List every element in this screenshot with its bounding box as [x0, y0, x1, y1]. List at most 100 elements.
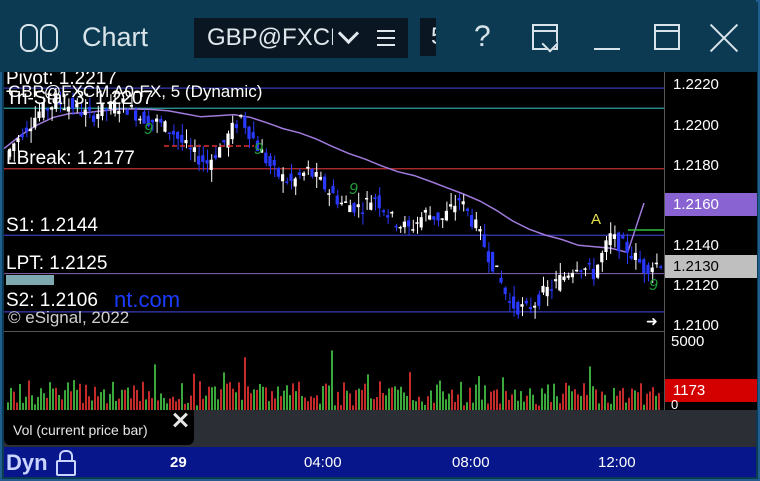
candle-body: [24, 127, 28, 132]
candle-body: [167, 132, 171, 134]
dynamic-mode-label[interactable]: Dyn: [6, 450, 48, 476]
volume-bar: [259, 383, 261, 410]
volume-bar: [607, 402, 609, 410]
volume-bar: [634, 390, 636, 410]
volume-bar: [385, 395, 387, 410]
volume-bar: [370, 398, 372, 410]
volume-bar: [271, 391, 273, 410]
candle-body: [596, 264, 600, 278]
layout-icon[interactable]: [532, 24, 559, 53]
title-bar: Chart GBP@FXCM 5 ?: [0, 0, 756, 72]
volume-bar: [94, 386, 96, 410]
candle-body: [234, 124, 238, 129]
volume-bar: [136, 389, 138, 410]
candle-body: [381, 210, 385, 213]
candle-body: [633, 252, 637, 261]
volume-bar: [331, 350, 333, 410]
price-axis[interactable]: 1.2220 1.2200 1.2180 1.2160 1.2140 1.213…: [664, 72, 757, 412]
candle-body: [444, 210, 448, 221]
volume-bar: [166, 403, 168, 410]
volume-bar: [457, 394, 459, 410]
candle-body: [558, 274, 562, 291]
candle-body: [373, 197, 377, 200]
volume-bar: [529, 388, 531, 410]
candle-body: [377, 195, 381, 209]
candle-body: [394, 225, 398, 228]
volume-bar: [139, 400, 141, 410]
volume-bar: [568, 385, 570, 410]
volume-bar: [85, 384, 87, 410]
volume-bar: [229, 382, 231, 410]
candle-body: [642, 259, 646, 273]
volume-bar: [238, 382, 240, 410]
volume-pane[interactable]: [4, 331, 664, 411]
volume-bar: [277, 386, 279, 410]
volume-bar: [202, 398, 204, 410]
volume-bar: [349, 393, 351, 410]
scroll-to-end-icon[interactable]: ➜: [646, 313, 658, 330]
candle-body: [176, 132, 180, 139]
candle-body: [428, 215, 432, 220]
maximize-icon[interactable]: [654, 24, 680, 50]
time-axis[interactable]: Dyn 29 04:00 08:00 12:00: [4, 447, 756, 477]
candle-body: [251, 132, 255, 139]
candle-body: [407, 220, 411, 227]
candle-body: [604, 240, 608, 252]
volume-bar: [304, 397, 306, 410]
chevron-down-icon[interactable]: [337, 22, 360, 45]
volume-bar: [616, 395, 618, 410]
candle-body: [159, 118, 163, 123]
volume-bar: [412, 400, 414, 410]
minimize-icon[interactable]: [594, 48, 620, 50]
link-icon[interactable]: [20, 24, 60, 52]
volume-bar: [13, 391, 15, 410]
volume-bar: [406, 395, 408, 410]
candle-body: [482, 234, 486, 248]
volume-bar: [208, 386, 210, 410]
candle-body: [218, 147, 222, 158]
volume-bar: [658, 393, 660, 410]
price-tick: 1.2220: [673, 76, 719, 93]
candle-body: [465, 208, 469, 211]
candle-body: [503, 287, 507, 295]
close-study-icon[interactable]: [172, 412, 188, 428]
volume-study-tag[interactable]: Vol (current price bar): [4, 410, 194, 445]
volume-bar: [598, 403, 600, 410]
volume-bar: [328, 385, 330, 410]
volume-bar: [391, 387, 393, 410]
volume-bar: [268, 401, 270, 410]
close-icon[interactable]: [708, 22, 740, 54]
lock-icon[interactable]: [56, 450, 76, 476]
volume-bar: [448, 393, 450, 410]
candle-body: [398, 226, 402, 229]
symbol-text[interactable]: GBP@FXCM: [207, 24, 333, 52]
symbol-selector[interactable]: GBP@FXCM: [194, 18, 408, 58]
help-icon[interactable]: ?: [474, 20, 491, 54]
volume-bar: [274, 398, 276, 410]
candle-body: [520, 304, 524, 307]
candle-body: [306, 166, 310, 169]
volume-bar: [556, 396, 558, 410]
volume-current-badge: 1173: [665, 379, 757, 402]
candle-body: [197, 156, 201, 165]
menu-icon[interactable]: [377, 30, 395, 46]
last-price-value: 1.2130: [673, 258, 719, 275]
candle-body: [180, 134, 184, 143]
volume-bar: [79, 383, 81, 410]
candle-body: [650, 267, 654, 273]
ma-price-badge: 1.2160: [665, 193, 757, 216]
volume-bar: [253, 389, 255, 410]
candle-body: [419, 217, 423, 228]
candle-body: [297, 172, 301, 176]
volume-bar: [16, 402, 18, 410]
candle-body: [386, 215, 390, 218]
candle-body: [402, 221, 406, 228]
volume-bar: [484, 385, 486, 410]
candle-body: [243, 116, 247, 128]
interval-selector[interactable]: 5: [420, 18, 436, 56]
candle-body: [591, 268, 595, 280]
candle-body: [356, 204, 360, 208]
candle-body: [37, 111, 41, 119]
volume-bar: [193, 373, 195, 410]
volume-bar: [157, 400, 159, 410]
